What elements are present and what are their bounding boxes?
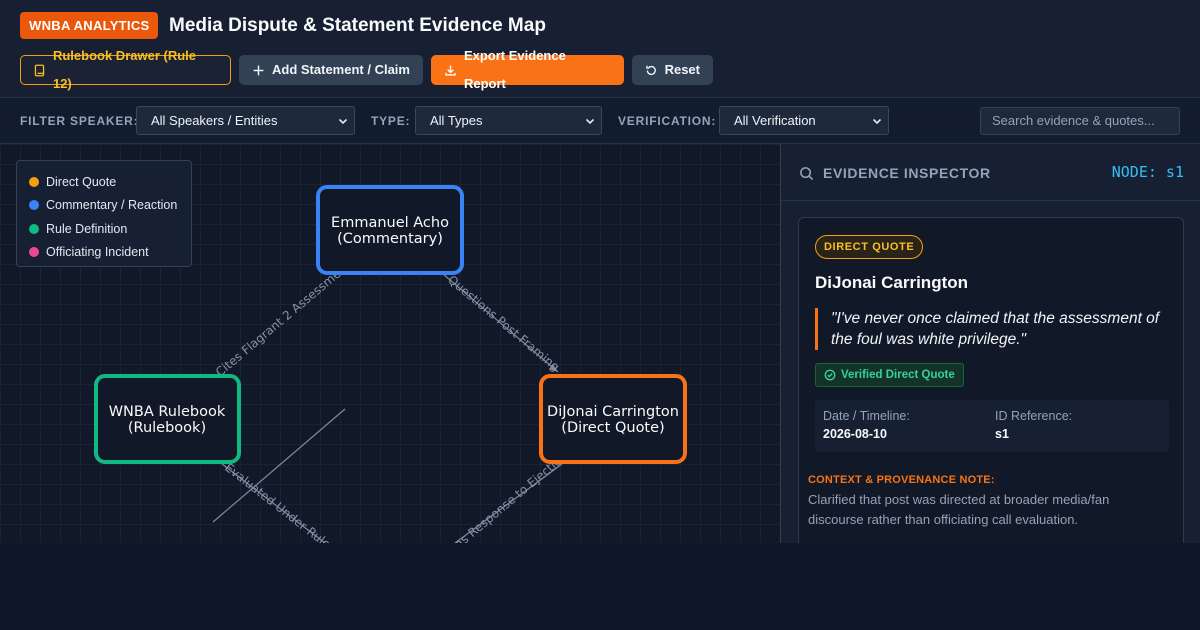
legend-item: Officiating Incident [29,241,191,265]
reset-label: Reset [664,62,700,77]
plus-icon [253,65,264,75]
context-note-text: Clarified that post was directed at broa… [808,492,1110,527]
graph-legend: Direct Quote Commentary / Reaction Rule … [16,160,192,267]
date-value: 2026-08-10 [823,427,887,441]
rulebook-drawer-button[interactable]: Rulebook Drawer (Rule 12) [20,48,231,91]
legend-dot [29,200,39,211]
search-input[interactable]: Search evidence & quotes... [980,107,1180,135]
type-filter-value: All Types [430,113,483,128]
add-statement-label: Add Statement / Claim [272,62,410,77]
add-statement-button[interactable]: Add Statement / Claim [239,55,423,85]
id-label: ID Reference: [995,409,1073,423]
legend-label: Rule Definition [46,221,128,236]
date-label: Date / Timeline: [823,409,910,423]
speaker-filter-select[interactable]: All Speakers / Entities [136,106,355,135]
chevron-down-icon [338,118,348,125]
verification-filter-value: All Verification [734,113,816,128]
reset-icon [646,65,656,75]
graph-canvas[interactable]: Cites Flagrant 2 Assessment Questions Po… [0,144,780,543]
edge-label-questions: Questions Post Framing [445,273,562,375]
export-report-button[interactable]: Export Evidence Report [431,48,624,91]
export-report-label: Export Evidence Report [463,48,566,91]
legend-item: Commentary / Reaction [29,194,191,218]
evidence-inspector-panel: EVIDENCE INSPECTOR NODE: s1 DIRECT QUOTE… [780,144,1200,543]
type-badge: DIRECT QUOTE [815,235,924,259]
node-carrington-type: (Direct Quote) [561,420,664,436]
app-window: WNBA ANALYTICS Media Dispute & Statement… [0,0,1200,543]
evidence-card: DIRECT QUOTE DiJonai Carrington "I've ne… [798,217,1184,543]
legend-label: Commentary / Reaction [46,198,178,213]
book-icon [34,64,45,76]
type-filter-label: TYPE: [371,114,411,128]
inspector-heading: EVIDENCE INSPECTOR [799,165,991,181]
search-icon [800,166,814,180]
node-id-readout: NODE: s1 [1111,163,1184,181]
legend-dot [29,176,39,187]
verification-filter-label: VERIFICATION: [618,114,717,128]
metadata-block: Date / Timeline: 2026-08-10 ID Reference… [815,400,1169,452]
check-circle-icon [824,369,836,381]
download-icon [445,65,456,76]
chevron-down-icon [585,118,595,125]
node-acho-type: (Commentary) [337,231,443,247]
type-filter-select[interactable]: All Types [415,106,602,135]
legend-item: Direct Quote [29,170,191,194]
node-rulebook-type: (Rulebook) [128,420,206,436]
chevron-down-icon [872,118,882,125]
verified-badge: Verified Direct Quote [815,363,964,387]
speaker-filter-label: FILTER SPEAKER: [20,114,139,128]
divider [781,200,1200,201]
inspector-title: EVIDENCE INSPECTOR [823,165,991,181]
edge-label-evaluated: Evaluated Under Rule [222,460,333,543]
legend-label: Direct Quote [46,174,117,189]
edge-label-cites: Cites Flagrant 2 Assessment [213,259,353,380]
legend-dot [29,223,39,234]
speaker-filter-value: All Speakers / Entities [151,113,278,128]
verification-filter-select[interactable]: All Verification [719,106,889,135]
speaker-name: DiJonai Carrington [815,273,969,292]
node-rulebook-name: WNBA Rulebook [109,404,226,420]
legend-label: Officiating Incident [46,245,149,260]
context-note-title: CONTEXT & PROVENANCE NOTE: [808,474,995,486]
legend-item: Rule Definition [29,217,191,241]
quote-text: "I've never once claimed that the assess… [815,308,1171,350]
verified-label: Verified Direct Quote [841,369,955,381]
page-title: Media Dispute & Statement Evidence Map [169,15,546,36]
legend-dot [29,247,39,258]
node-carrington-name: DiJonai Carrington [547,404,679,420]
header: WNBA ANALYTICS Media Dispute & Statement… [0,0,1200,98]
rulebook-drawer-label: Rulebook Drawer (Rule 12) [52,48,196,91]
id-value: s1 [995,427,1009,441]
reset-button[interactable]: Reset [632,55,713,85]
node-acho-name: Emmanuel Acho [331,215,449,231]
brand-badge: WNBA ANALYTICS [20,12,159,39]
